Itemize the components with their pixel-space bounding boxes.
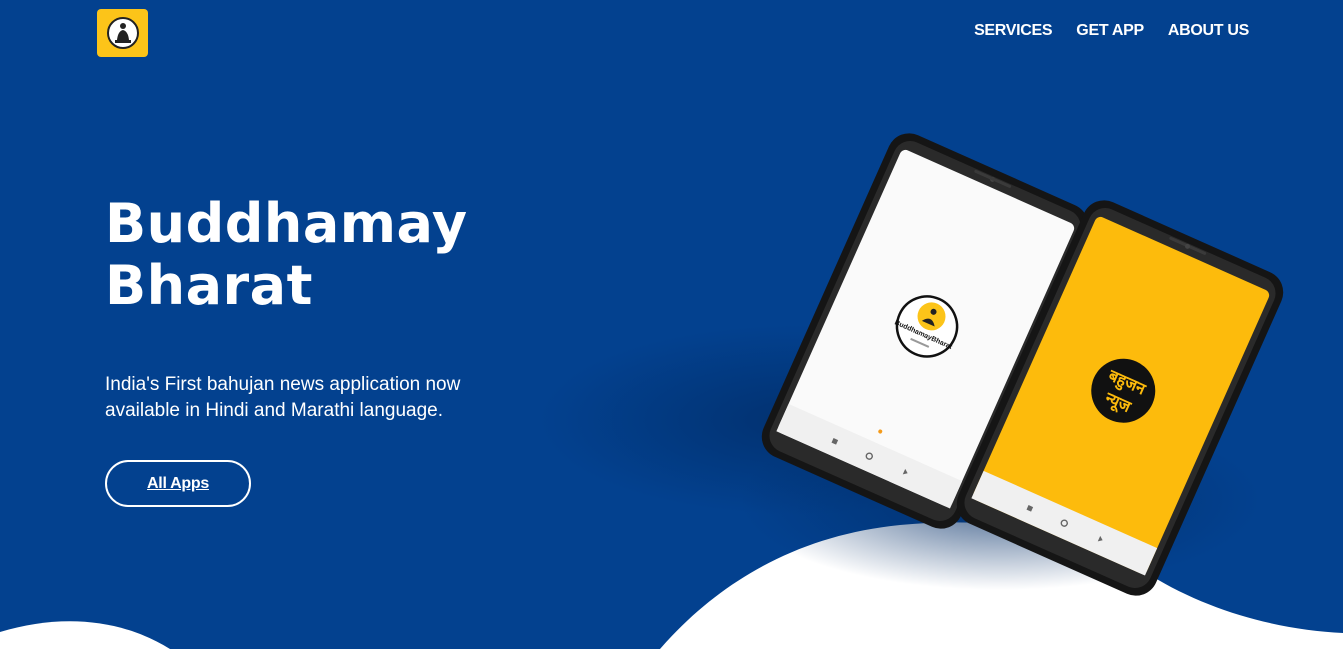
phone-mockups: BuddhamayBharat बहुजन न्यूज [540, 133, 1284, 596]
